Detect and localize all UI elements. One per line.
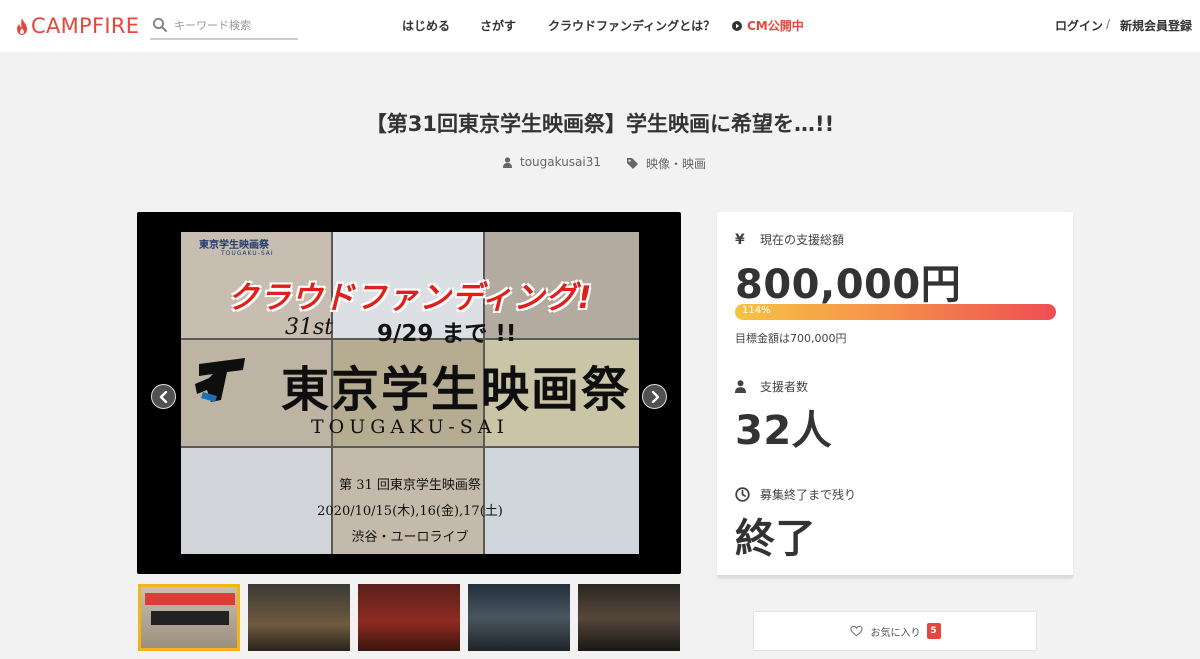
logo-text: CAMPFIRE	[31, 14, 140, 38]
favorite-button[interactable]: お気に入り 5	[753, 611, 1037, 651]
event-name: 第 31 回東京学生映画祭	[339, 478, 481, 493]
favorite-label: お気に入り	[870, 627, 921, 639]
nav-cm[interactable]: CM公開中	[732, 17, 804, 34]
yen-icon: ¥	[735, 231, 745, 248]
progress-percent: 114%	[742, 305, 771, 316]
favorite-count-badge: 5	[926, 623, 941, 639]
event-venue: 渋谷・ユーロライブ	[351, 530, 469, 545]
total-label: 現在の支援総額	[760, 233, 845, 247]
deadline-text: 9/29 まで !!	[377, 321, 517, 347]
search-input[interactable]	[174, 18, 294, 32]
thumbnail-5[interactable]	[578, 584, 680, 651]
thumbnail-1[interactable]	[138, 584, 240, 651]
remaining-label: 募集終了まで残り	[760, 488, 857, 502]
thumbnail-4[interactable]	[468, 584, 570, 651]
campfire-logo[interactable]: CAMPFIRE	[16, 13, 139, 39]
nav-cm-label: CM公開中	[747, 19, 804, 33]
user-icon	[503, 156, 512, 168]
festival-logo-icon	[195, 358, 245, 402]
register-link[interactable]: 新規会員登録	[1120, 17, 1192, 34]
thumbnail-2[interactable]	[248, 584, 350, 651]
project-title: 【第31回東京学生映画祭】学生映画に希望を…!!	[365, 112, 835, 136]
heart-icon	[849, 625, 863, 637]
supporters-label: 支援者数	[760, 380, 809, 394]
festival-name: 東京学生映画祭	[281, 362, 632, 418]
play-icon	[732, 20, 742, 31]
project-owner[interactable]: tougakusai31	[503, 155, 601, 169]
supporters-label-row: 支援者数	[735, 378, 808, 395]
site-header: CAMPFIRE はじめる さがす クラウドファンディングとは？ CM公開中 ロ…	[0, 0, 1200, 52]
goal-amount: 目標金額は700,000円	[735, 332, 847, 345]
flame-icon	[17, 17, 27, 35]
funding-progress-bar: 114%	[735, 304, 1056, 320]
user-icon	[735, 380, 746, 393]
remaining-value: 終了	[735, 516, 816, 562]
search-icon	[152, 17, 168, 33]
event-dates: 2020/10/15(木),16(金),17(土)	[317, 504, 503, 519]
tag-icon	[627, 158, 638, 169]
nav-about-crowdfunding[interactable]: クラウドファンディングとは？	[548, 17, 715, 34]
festival-roman: TOUGAKU-SAI	[310, 416, 510, 438]
remaining-label-row: 募集終了まで残り	[735, 486, 856, 503]
chevron-right-icon	[651, 390, 659, 403]
thumbnail-title-stripe	[151, 611, 229, 625]
small-logo-roman: TOUGAKU-SAI	[221, 250, 274, 257]
owner-name: tougakusai31	[520, 155, 602, 169]
nav-start[interactable]: はじめる	[402, 17, 450, 34]
supporters-count: 32人	[735, 408, 833, 454]
search-box[interactable]	[150, 12, 298, 40]
chevron-left-icon	[159, 390, 167, 403]
user-icon-wrapper	[735, 380, 751, 393]
category-name: 映像・映画	[646, 157, 707, 171]
small-logo-text: 東京学生映画祭	[199, 240, 269, 251]
total-amount: 800,000円	[735, 262, 962, 308]
thumbnail-3[interactable]	[358, 584, 460, 651]
edition-text: 31st	[285, 315, 334, 340]
main-image-carousel[interactable]: 東京学生映画祭 TOUGAKU-SAI クラウドファンディング! 31st 9/…	[137, 212, 681, 574]
funding-stats-card: ¥ 現在の支援総額 800,000円 114% 目標金額は700,000円 支援…	[717, 212, 1073, 578]
nav-search[interactable]: さがす	[480, 17, 516, 34]
project-category[interactable]: 映像・映画	[627, 155, 706, 172]
total-label-row: ¥ 現在の支援総額	[735, 231, 844, 248]
login-link[interactable]: ログイン	[1055, 17, 1103, 34]
carousel-prev-button[interactable]	[151, 384, 176, 409]
header-separator: /	[1106, 17, 1111, 31]
clock-icon-wrapper	[735, 487, 751, 502]
main-slide: 東京学生映画祭 TOUGAKU-SAI クラウドファンディング! 31st 9/…	[181, 232, 639, 554]
thumbnail-headline-stripe	[145, 593, 235, 605]
crowdfunding-headline: クラウドファンディング!	[227, 280, 593, 316]
clock-icon	[735, 487, 750, 502]
carousel-next-button[interactable]	[642, 384, 667, 409]
